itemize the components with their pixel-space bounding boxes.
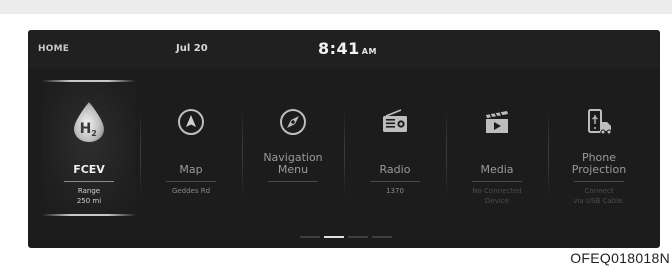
tile-underline: [574, 181, 624, 182]
radio-icon: [379, 106, 411, 138]
fcev-range: Range 250 mi: [38, 186, 140, 206]
tile-label-line-2: Menu: [277, 163, 309, 176]
range-label: Range: [77, 187, 101, 195]
media-status-line-1: No Connected: [472, 187, 522, 195]
tile-divider: [446, 108, 447, 198]
compass-icon: [277, 106, 309, 138]
page-dot[interactable]: [348, 236, 368, 238]
tile-label: Map: [179, 163, 203, 176]
map-street: Geddes Rd: [140, 186, 242, 196]
home-label[interactable]: HOME: [38, 44, 69, 54]
tile-radio[interactable]: Radio 1370: [344, 68, 446, 228]
tile-underline: [64, 181, 114, 182]
phone-status-line-1: Connect: [584, 187, 614, 195]
hydrogen-subscript: 2: [91, 129, 97, 138]
tile-fcev[interactable]: H 2 FCEV Range 250 mi: [38, 68, 140, 228]
clock-display: 8:41 AM: [318, 39, 377, 58]
phone-status-line-2: via USB Cable.: [573, 197, 625, 205]
top-band: [0, 0, 672, 14]
street-name: Geddes Rd: [171, 187, 211, 195]
manual-figure: HOME Jul 20 8:41 AM H 2 FCEV Range 250 m…: [0, 0, 672, 271]
tile-map[interactable]: Map Geddes Rd: [140, 68, 242, 228]
tile-label: Media: [480, 163, 514, 176]
tile-underline: [370, 181, 420, 182]
navigation-arrow-icon: [175, 106, 207, 138]
tile-underline: [166, 181, 216, 182]
tile-label-line-2: Projection: [571, 163, 627, 176]
hydrogen-drop-icon: H 2: [69, 100, 109, 144]
media-status-line-2: Device: [485, 197, 509, 205]
status-bar: HOME Jul 20 8:41 AM: [28, 30, 660, 68]
frequency-value: 1370: [386, 187, 404, 195]
figure-code: OFEQ018018N: [570, 250, 670, 266]
selection-highlight-bottom: [42, 214, 136, 216]
tile-label: FCEV: [73, 163, 105, 176]
tile-divider: [140, 108, 141, 198]
page-indicator[interactable]: [28, 236, 660, 240]
selection-highlight-top: [42, 80, 136, 82]
phone-projection-status: Connect via USB Cable.: [548, 186, 650, 206]
tile-media[interactable]: Media No Connected Device: [446, 68, 548, 228]
tile-underline: [472, 181, 522, 182]
radio-frequency: 1370: [344, 186, 446, 196]
page-dot[interactable]: [300, 236, 320, 238]
hydrogen-symbol: H: [80, 121, 92, 137]
page-dot-active[interactable]: [324, 236, 344, 238]
media-status: No Connected Device: [446, 186, 548, 206]
date-display: Jul 20: [176, 43, 208, 54]
page-dot[interactable]: [372, 236, 392, 238]
phone-projection-icon: [583, 106, 615, 138]
clock-ampm: AM: [361, 47, 377, 56]
clock-time: 8:41: [318, 39, 360, 58]
tile-label: Navigation Menu: [242, 152, 344, 176]
tile-underline: [268, 181, 318, 182]
tile-label: Radio: [379, 163, 411, 176]
infotainment-screen: HOME Jul 20 8:41 AM H 2 FCEV Range 250 m…: [28, 30, 660, 248]
tile-navigation-menu[interactable]: Navigation Menu: [242, 68, 344, 228]
tile-divider: [344, 108, 345, 198]
home-tiles: H 2 FCEV Range 250 mi Map Geddes Rd Navi…: [28, 68, 660, 248]
tile-label: Phone Projection: [548, 152, 650, 176]
range-value: 250 mi: [76, 197, 102, 205]
tile-phone-projection[interactable]: Phone Projection Connect via USB Cable.: [548, 68, 650, 228]
clapperboard-icon: [481, 106, 513, 138]
